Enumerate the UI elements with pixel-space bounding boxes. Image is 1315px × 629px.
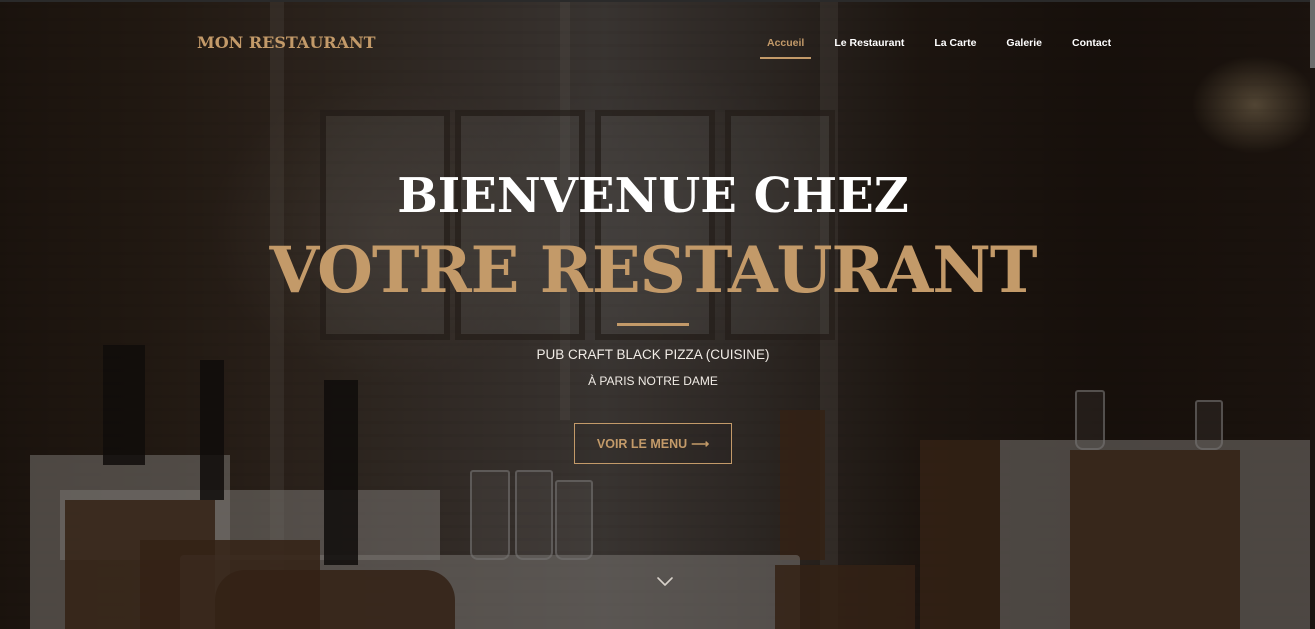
dark-overlay [0,0,1315,629]
scrollbar-thumb[interactable] [1310,0,1315,68]
nav-item-accueil[interactable]: Accueil [752,37,819,61]
chevron-down-icon[interactable] [655,575,675,589]
hero-subtitle: PUB CRAFT BLACK PIZZA (CUISINE) [536,347,770,362]
hero-section: MON RESTAURANT Accueil Le Restaurant La … [0,0,1315,629]
nav-item-label: Contact [1072,37,1112,49]
page-scrollbar[interactable] [1310,0,1315,629]
hero-headline-line1: BIENVENUE CHEZ [397,168,909,224]
view-menu-button-label: VOIR LE MENU [596,436,688,451]
window-top-border [0,0,1315,2]
hero-headline-line2: VOTRE RESTAURANT [269,233,1038,308]
nav-item-label: Galerie [1006,37,1043,49]
site-logo[interactable]: MON RESTAURANT [197,33,376,52]
nav-item-label: Le Restaurant [834,37,905,49]
nav-item-la-carte[interactable]: La Carte [919,37,991,61]
hero-divider [617,323,689,326]
nav-item-le-restaurant[interactable]: Le Restaurant [819,37,919,61]
view-menu-button[interactable]: VOIR LE MENU ⟶ [574,423,732,464]
nav-item-galerie[interactable]: Galerie [991,37,1057,61]
main-nav: Accueil Le Restaurant La Carte Galerie C… [752,37,1126,61]
arrow-right-icon: ⟶ [691,437,710,451]
nav-item-label: La Carte [934,37,977,49]
nav-item-contact[interactable]: Contact [1057,37,1126,61]
nav-active-underline [760,57,812,59]
nav-item-label: Accueil [767,37,805,49]
hero-location: À PARIS NOTRE DAME [588,374,718,388]
